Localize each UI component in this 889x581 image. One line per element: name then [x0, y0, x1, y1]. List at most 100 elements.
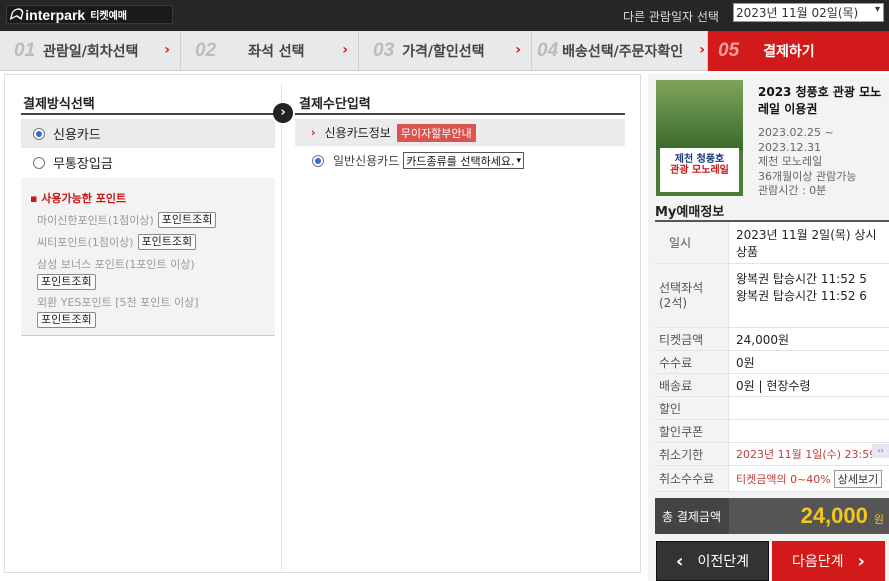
radio-checked-icon[interactable]	[312, 154, 324, 167]
step-label: 가격/할인선택	[402, 44, 485, 60]
main-panel: 결제방식선택 신용카드 무통장입금 ▪ 사용가능한 포인트 마이신한포인트(1점…	[4, 74, 641, 573]
method-label: 무통장입금	[53, 157, 113, 172]
divider-line	[21, 113, 275, 115]
chevron-right-circle-icon: ›	[273, 103, 293, 123]
chevron-right-icon: ›	[699, 42, 705, 58]
logo-sub: 티켓예매	[90, 11, 128, 22]
show-duration: 관람시간 : 0분	[758, 184, 827, 197]
row-value: 24,000원	[736, 332, 790, 347]
method-credit-card[interactable]: 신용카드	[21, 119, 275, 148]
point-check-button[interactable]: 포인트조회	[137, 234, 197, 250]
step-5-active[interactable]: 05 결제하기	[708, 31, 889, 71]
caret-right-icon: ›	[311, 126, 316, 139]
step-3[interactable]: 03 가격/할인선택 ›	[359, 31, 532, 71]
point-item: 씨티포인트(1점이상) 포인트조회	[37, 234, 197, 250]
show-poster[interactable]: 제천 청풍호 관광 모노레일	[656, 80, 743, 196]
logo-brand: interpark	[25, 6, 86, 23]
row-value: 0원	[736, 355, 755, 370]
logo-icon: ᗣ	[9, 4, 23, 24]
point-check-button[interactable]: 포인트조회	[37, 312, 96, 328]
row-label: 일시	[655, 222, 729, 263]
chevron-right-icon: ›	[342, 42, 348, 58]
row-label: 선택좌석 (2석)	[655, 264, 729, 327]
step-4[interactable]: 04 배송선택/주문자확인 ›	[532, 31, 708, 71]
row-label: 티켓금액	[655, 328, 729, 350]
step-label: 결제하기	[763, 44, 815, 60]
date-select-value: 2023년 11월 02일(목)	[736, 6, 859, 20]
total-amount: 24,000	[800, 503, 868, 528]
prev-step-button[interactable]: ‹ 이전단계	[656, 541, 769, 581]
show-period: 2023.02.25 ~ 2023.12.31	[758, 126, 834, 154]
cancel-fee-text: 티켓금액의 0~40%	[736, 472, 831, 486]
table-row: 배송료 0원 | 현장수령	[655, 374, 889, 397]
row-value	[729, 397, 889, 419]
card-info-bar: › 신용카드정보 무이자할부안내	[295, 119, 625, 146]
payment-method-title: 결제방식선택	[23, 97, 95, 112]
total-amount-bar: 총 결제금액 24,000 원	[655, 498, 889, 534]
poster-card: 제천 청풍호 관광 모노레일	[660, 148, 739, 192]
point-label: 마이신한포인트(1점이상)	[37, 214, 154, 227]
step-label: 관람일/회차선택	[43, 44, 139, 60]
reservation-table: 일시 2023년 11월 2일(목) 상시 상품 선택좌석 (2석) 왕복권 탑…	[655, 220, 889, 492]
other-date-label: 다른 관람일자 선택	[623, 10, 719, 24]
poster-line-2: 관광 모노레일	[670, 165, 729, 176]
point-label: 씨티포인트(1점이상)	[37, 236, 134, 249]
row-value: 왕복권 탑승시간 11:52 5 왕복권 탑승시간 11:52 6	[736, 272, 867, 303]
divider-line	[295, 113, 625, 115]
row-label: 취소기한	[655, 443, 729, 465]
chevron-down-icon: ▾	[516, 155, 521, 166]
interpark-logo[interactable]: ᗣ interpark 티켓예매	[6, 5, 173, 24]
step-number: 05	[718, 40, 740, 61]
show-title: 2023 청풍호 관광 모노레일 이용권	[758, 85, 882, 116]
side-collapse-tab[interactable]: ‹›	[872, 444, 889, 458]
detail-button[interactable]: 상세보기	[833, 469, 883, 488]
points-panel: ▪ 사용가능한 포인트 마이신한포인트(1점이상) 포인트조회 씨티포인트(1점…	[21, 178, 275, 336]
point-check-button[interactable]: 포인트조회	[157, 212, 217, 228]
step-label: 배송선택/주문자확인	[562, 44, 684, 60]
interest-free-badge[interactable]: 무이자할부안내	[396, 123, 476, 142]
card-info-label: 신용카드정보	[324, 126, 391, 140]
show-info: 2023.02.25 ~ 2023.12.31 제천 모노레일 36개월이상 관…	[758, 126, 883, 199]
chevron-left-icon: ‹	[676, 550, 684, 572]
radio-unchecked-icon[interactable]	[33, 156, 45, 169]
card-type-select[interactable]: 카드종류를 선택하세요. ▾	[403, 152, 524, 169]
radio-checked-icon[interactable]	[33, 127, 45, 140]
next-label: 다음단계	[792, 554, 844, 570]
step-2[interactable]: 02 좌석 선택 ›	[181, 31, 359, 71]
method-label: 신용카드	[53, 128, 101, 143]
table-row: 할인쿠폰	[655, 420, 889, 443]
chevron-right-icon: ›	[857, 550, 865, 572]
table-row: 티켓금액 24,000원	[655, 328, 889, 351]
row-label: 할인	[655, 397, 729, 419]
point-item: 마이신한포인트(1점이상) 포인트조회	[37, 212, 217, 228]
row-label: 할인쿠폰	[655, 420, 729, 442]
my-reservation-title: My예매정보	[655, 205, 725, 220]
method-bank-transfer[interactable]: 무통장입금	[21, 148, 275, 177]
table-row: 취소기한 2023년 11월 1일(수) 23:59	[655, 443, 889, 466]
point-check-button[interactable]: 포인트조회	[37, 274, 96, 290]
date-select[interactable]: 2023년 11월 02일(목) ▾	[733, 3, 884, 22]
table-row: 할인	[655, 397, 889, 420]
next-step-button[interactable]: 다음단계 ›	[772, 541, 885, 581]
cancel-deadline: 2023년 11월 1일(수) 23:59	[736, 448, 877, 461]
booking-summary-panel: 제천 청풍호 관광 모노레일 2023 청풍호 관광 모노레일 이용권 2023…	[648, 74, 889, 581]
payment-input-title: 결제수단입력	[299, 97, 371, 112]
total-label: 총 결제금액	[662, 509, 722, 524]
total-value: 24,000 원	[729, 498, 889, 534]
point-item: 외환 YES포인트 [5천 포인트 이상] 포인트조회	[37, 294, 199, 328]
poster-image	[656, 80, 743, 150]
point-label: 삼성 보너스 포인트(1포인트 이상)	[37, 258, 195, 271]
card-type-label: 일반신용카드	[333, 154, 400, 168]
step-1[interactable]: 01 관람일/회차선택 ›	[0, 31, 181, 71]
row-label: 취소수수료	[655, 466, 729, 491]
step-number: 01	[14, 40, 36, 61]
poster-line-1: 제천 청풍호	[674, 154, 725, 165]
table-row: 선택좌석 (2석) 왕복권 탑승시간 11:52 5 왕복권 탑승시간 11:5…	[655, 264, 889, 328]
top-bar: ᗣ interpark 티켓예매 다른 관람일자 선택 2023년 11월 02…	[0, 0, 889, 31]
chevron-right-icon: ›	[515, 42, 521, 58]
table-row: 일시 2023년 11월 2일(목) 상시 상품	[655, 222, 889, 264]
row-label: 배송료	[655, 374, 729, 396]
row-value: 2023년 11월 2일(목) 상시 상품	[736, 227, 877, 259]
table-row: 수수료 0원	[655, 351, 889, 374]
row-value: 0원 | 현장수령	[736, 378, 811, 393]
